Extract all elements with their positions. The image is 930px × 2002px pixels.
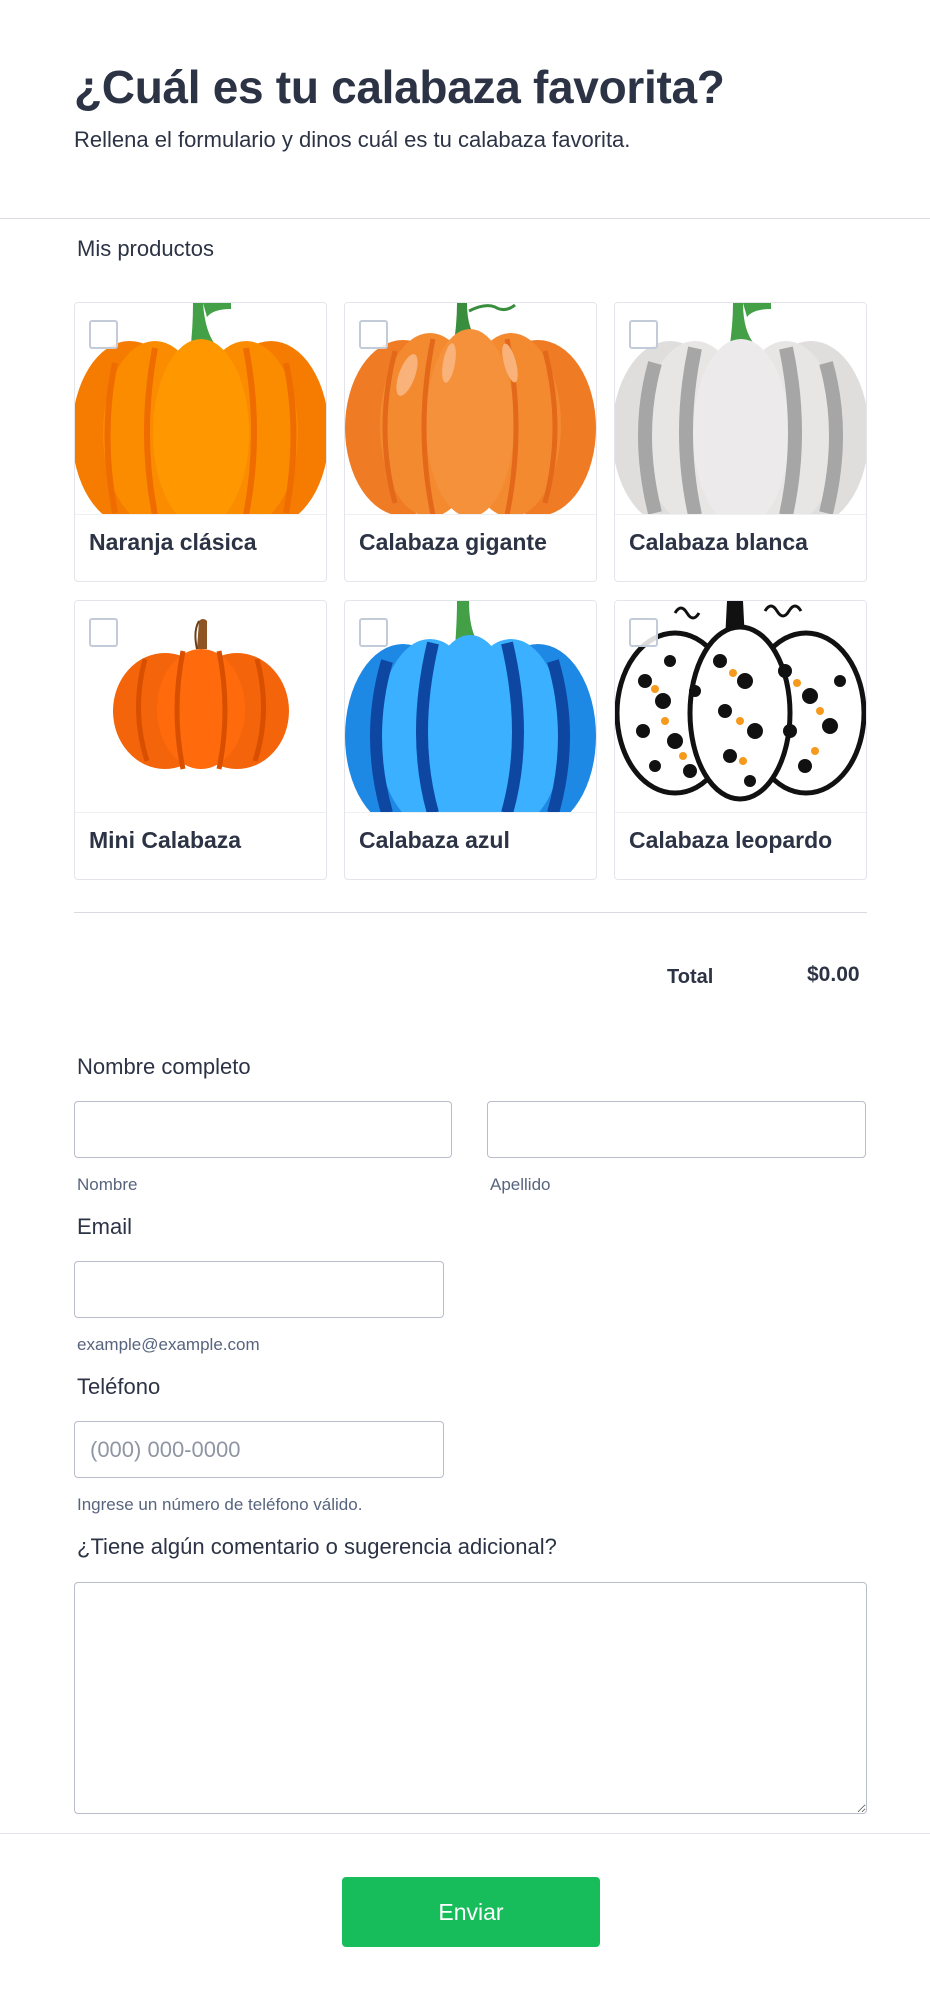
product-name: Mini Calabaza [89,827,242,853]
product-card-calabaza-azul[interactable]: Calabaza azul [344,600,597,880]
last-name-sublabel: Apellido [490,1175,551,1194]
product-card-calabaza-gigante[interactable]: Calabaza gigante [344,302,597,582]
total-value: $0.00 [807,963,860,986]
products-divider [74,912,867,913]
phone-field[interactable] [74,1421,444,1478]
product-checkbox[interactable] [359,320,388,349]
form-header: ¿Cuál es tu calabaza favorita? Rellena e… [0,0,930,219]
email-label: Email [77,1214,133,1239]
phone-label: Teléfono [77,1374,161,1399]
product-card-naranja-clasica[interactable]: Naranja clásica [74,302,327,582]
comments-label: ¿Tiene algún comentario o sugerencia adi… [77,1534,557,1559]
product-name: Calabaza azul [359,827,510,853]
first-name-input[interactable] [74,1101,452,1158]
product-name: Calabaza gigante [359,529,547,555]
product-card-mini-calabaza[interactable]: Mini Calabaza [74,600,327,880]
product-checkbox[interactable] [89,320,118,349]
product-name: Calabaza leopardo [629,827,833,853]
product-name: Naranja clásica [89,529,257,555]
email-sublabel: example@example.com [77,1335,260,1354]
submit-button[interactable]: Enviar [342,1877,600,1947]
product-card-calabaza-leopardo[interactable]: Calabaza leopardo [614,600,867,880]
products-label: Mis productos [77,236,214,261]
page-title: ¿Cuál es tu calabaza favorita? [74,61,725,113]
email-field[interactable] [74,1261,444,1318]
page-subtitle: Rellena el formulario y dinos cuál es tu… [74,127,631,152]
total-label: Total [667,966,714,988]
product-card-calabaza-blanca[interactable]: Calabaza blanca [614,302,867,582]
product-checkbox[interactable] [89,618,118,647]
product-name: Calabaza blanca [629,529,808,555]
last-name-input[interactable] [487,1101,866,1158]
phone-sublabel: Ingrese un número de teléfono válido. [77,1495,363,1514]
product-checkbox[interactable] [359,618,388,647]
product-checkbox[interactable] [629,618,658,647]
comments-textarea[interactable] [74,1582,867,1814]
first-name-sublabel: Nombre [77,1175,138,1194]
full-name-label: Nombre completo [77,1054,251,1079]
product-checkbox[interactable] [629,320,658,349]
